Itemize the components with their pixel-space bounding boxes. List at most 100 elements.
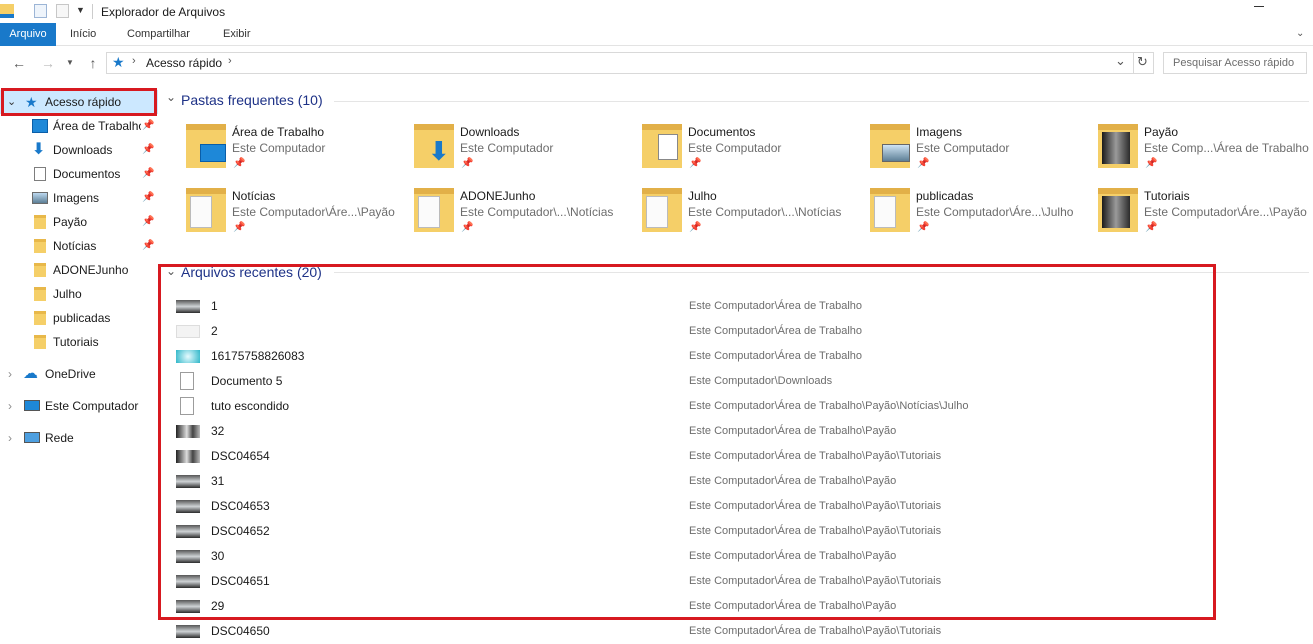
window-title: Explorador de Arquivos — [101, 5, 226, 19]
up-arrow-icon[interactable]: ↑ — [83, 53, 103, 73]
sidebar-item-julho[interactable]: Julho — [0, 282, 158, 306]
sidebar-item-label: Downloads — [53, 143, 113, 157]
folder-icon — [870, 124, 910, 168]
pin-icon: 📌 — [142, 120, 155, 131]
section-divider — [334, 101, 1309, 102]
recent-locations-chevron-icon[interactable]: ▼ — [60, 53, 80, 73]
title-separator — [92, 4, 93, 19]
address-divider — [1133, 53, 1134, 73]
folder-app-icon — [0, 4, 14, 18]
pin-icon[interactable]: 📌 — [233, 158, 245, 169]
navigation-pane: ⌄ ★ Acesso rápido Área de Trabalho 📌 ⬇ D… — [0, 84, 158, 640]
folder-icon — [34, 215, 46, 229]
ribbon-expand-chevron-icon[interactable]: ⌄ — [1296, 28, 1304, 39]
sidebar-item-label: Documentos — [53, 167, 121, 181]
sidebar-item-payao[interactable]: Payão 📌 — [0, 210, 158, 234]
folder-tile[interactable]: Documentos Este Computador 📌 — [642, 124, 862, 180]
address-dropdown-chevron-icon[interactable]: ⌄ — [1115, 53, 1126, 69]
refresh-icon[interactable]: ↻ — [1137, 54, 1148, 70]
folder-tile[interactable]: Área de Trabalho Este Computador 📌 — [186, 124, 406, 180]
sidebar-item-label: Julho — [53, 287, 82, 301]
folder-name: Documentos — [688, 125, 756, 139]
list-item[interactable]: DSC04650 Este Computador\Área de Trabalho… — [176, 619, 1296, 644]
sidebar-item-tutoriais[interactable]: Tutoriais — [0, 330, 158, 354]
sidebar-item-onedrive[interactable]: › ☁ OneDrive — [0, 362, 158, 386]
pin-icon[interactable]: 📌 — [1145, 158, 1157, 169]
folder-icon — [34, 239, 46, 253]
folder-icon — [642, 188, 682, 232]
sidebar-item-imagens[interactable]: Imagens 📌 — [0, 186, 158, 210]
pin-icon[interactable]: 📌 — [917, 158, 929, 169]
sidebar-item-label: Tutoriais — [53, 335, 99, 349]
new-folder-icon[interactable] — [56, 4, 69, 18]
pin-icon[interactable]: 📌 — [461, 222, 473, 233]
sidebar-item-publicadas[interactable]: publicadas — [0, 306, 158, 330]
search-input[interactable]: Pesquisar Acesso rápido — [1163, 52, 1307, 74]
folder-tile[interactable]: publicadas Este Computador\Áre...\Julho 📌 — [870, 188, 1090, 244]
folder-tile[interactable]: Imagens Este Computador 📌 — [870, 124, 1090, 180]
folder-icon — [34, 311, 46, 325]
frequent-collapse-chevron-icon[interactable]: ⌄ — [166, 90, 176, 104]
folder-tile[interactable]: ⬇ Downloads Este Computador 📌 — [414, 124, 634, 180]
folder-tile[interactable]: Notícias Este Computador\Áre...\Payão 📌 — [186, 188, 406, 244]
sidebar-item-downloads[interactable]: ⬇ Downloads 📌 — [0, 138, 158, 162]
collapsed-chevron-icon[interactable]: › — [8, 394, 12, 418]
customize-toolbar-chevron-icon[interactable]: ▼ — [76, 5, 85, 15]
sidebar-item-adonejunho[interactable]: ADONEJunho — [0, 258, 158, 282]
sidebar-item-label: Este Computador — [45, 399, 139, 413]
pin-icon: 📌 — [142, 144, 155, 155]
tab-arquivo[interactable]: Arquivo — [0, 23, 56, 46]
address-bar[interactable]: ★ › Acesso rápido › ⌄ ↻ — [106, 52, 1154, 74]
landscape-icon — [882, 144, 910, 162]
ribbon: Arquivo Início Compartilhar Exibir ⌄ — [0, 23, 1313, 46]
collapsed-chevron-icon[interactable]: › — [8, 362, 12, 386]
section-header-pastas-frequentes[interactable]: Pastas frequentes (10) — [181, 92, 323, 108]
pin-icon[interactable]: 📌 — [689, 222, 701, 233]
collapsed-chevron-icon[interactable]: › — [8, 426, 12, 450]
folder-tile[interactable]: ADONEJunho Este Computador\...\Notícias 📌 — [414, 188, 634, 244]
folder-path: Este Computador — [688, 141, 782, 155]
sidebar-item-este-computador[interactable]: › Este Computador — [0, 394, 158, 418]
tab-compartilhar[interactable]: Compartilhar — [119, 23, 198, 46]
documents-icon — [34, 167, 46, 181]
folder-icon — [1098, 124, 1138, 168]
sidebar-item-noticias[interactable]: Notícias 📌 — [0, 234, 158, 258]
properties-icon[interactable] — [34, 4, 47, 18]
tab-inicio[interactable]: Início — [62, 23, 104, 46]
pin-icon[interactable]: 📌 — [233, 222, 245, 233]
pin-icon[interactable]: 📌 — [689, 158, 701, 169]
folder-path: Este Comp...\Área de Trabalho — [1144, 141, 1309, 155]
folder-path: Este Computador\Áre...\Julho — [916, 205, 1074, 219]
folder-icon — [1098, 188, 1138, 232]
pin-icon: 📌 — [142, 216, 155, 227]
file-location: Este Computador\Área de Trabalho\Payão\T… — [689, 625, 942, 637]
sidebar-item-label: Payão — [53, 215, 88, 229]
folder-name: Imagens — [916, 125, 963, 139]
folder-name: ADONEJunho — [460, 189, 536, 203]
pin-icon[interactable]: 📌 — [461, 158, 473, 169]
folder-tile[interactable]: Tutoriais Este Computador\Áre...\Payão 📌 — [1098, 188, 1313, 244]
folder-name: Downloads — [460, 125, 520, 139]
pin-icon[interactable]: 📌 — [917, 222, 929, 233]
sidebar-item-label: Rede — [45, 431, 74, 445]
back-arrow-icon[interactable]: ← — [9, 53, 29, 73]
sidebar-item-label: ADONEJunho — [53, 263, 129, 277]
folder-tile[interactable]: Payão Este Comp...\Área de Trabalho 📌 — [1098, 124, 1313, 180]
sidebar-item-rede[interactable]: › Rede — [0, 426, 158, 450]
document-icon — [874, 196, 896, 228]
cloud-icon: ☁ — [23, 365, 38, 382]
minimize-button[interactable] — [1249, 0, 1269, 14]
forward-arrow-icon[interactable]: → — [38, 53, 58, 73]
pin-icon[interactable]: 📌 — [1145, 222, 1157, 233]
breadcrumb-separator-icon[interactable]: › — [132, 55, 136, 67]
folder-icon — [34, 287, 46, 301]
tab-exibir[interactable]: Exibir — [215, 23, 259, 46]
content-pane: ⌄ Pastas frequentes (10) Área de Trabalh… — [158, 84, 1313, 640]
folder-tile[interactable]: Julho Este Computador\...\Notícias 📌 — [642, 188, 862, 244]
sidebar-item-area-de-trabalho[interactable]: Área de Trabalho 📌 — [0, 114, 158, 138]
sidebar-item-label: Área de Trabalho — [53, 119, 141, 133]
breadcrumb-acesso-rapido[interactable]: Acesso rápido — [146, 56, 222, 70]
breadcrumb-chevron-icon[interactable]: › — [228, 55, 232, 67]
sidebar-item-documentos[interactable]: Documentos 📌 — [0, 162, 158, 186]
folder-icon — [414, 188, 454, 232]
